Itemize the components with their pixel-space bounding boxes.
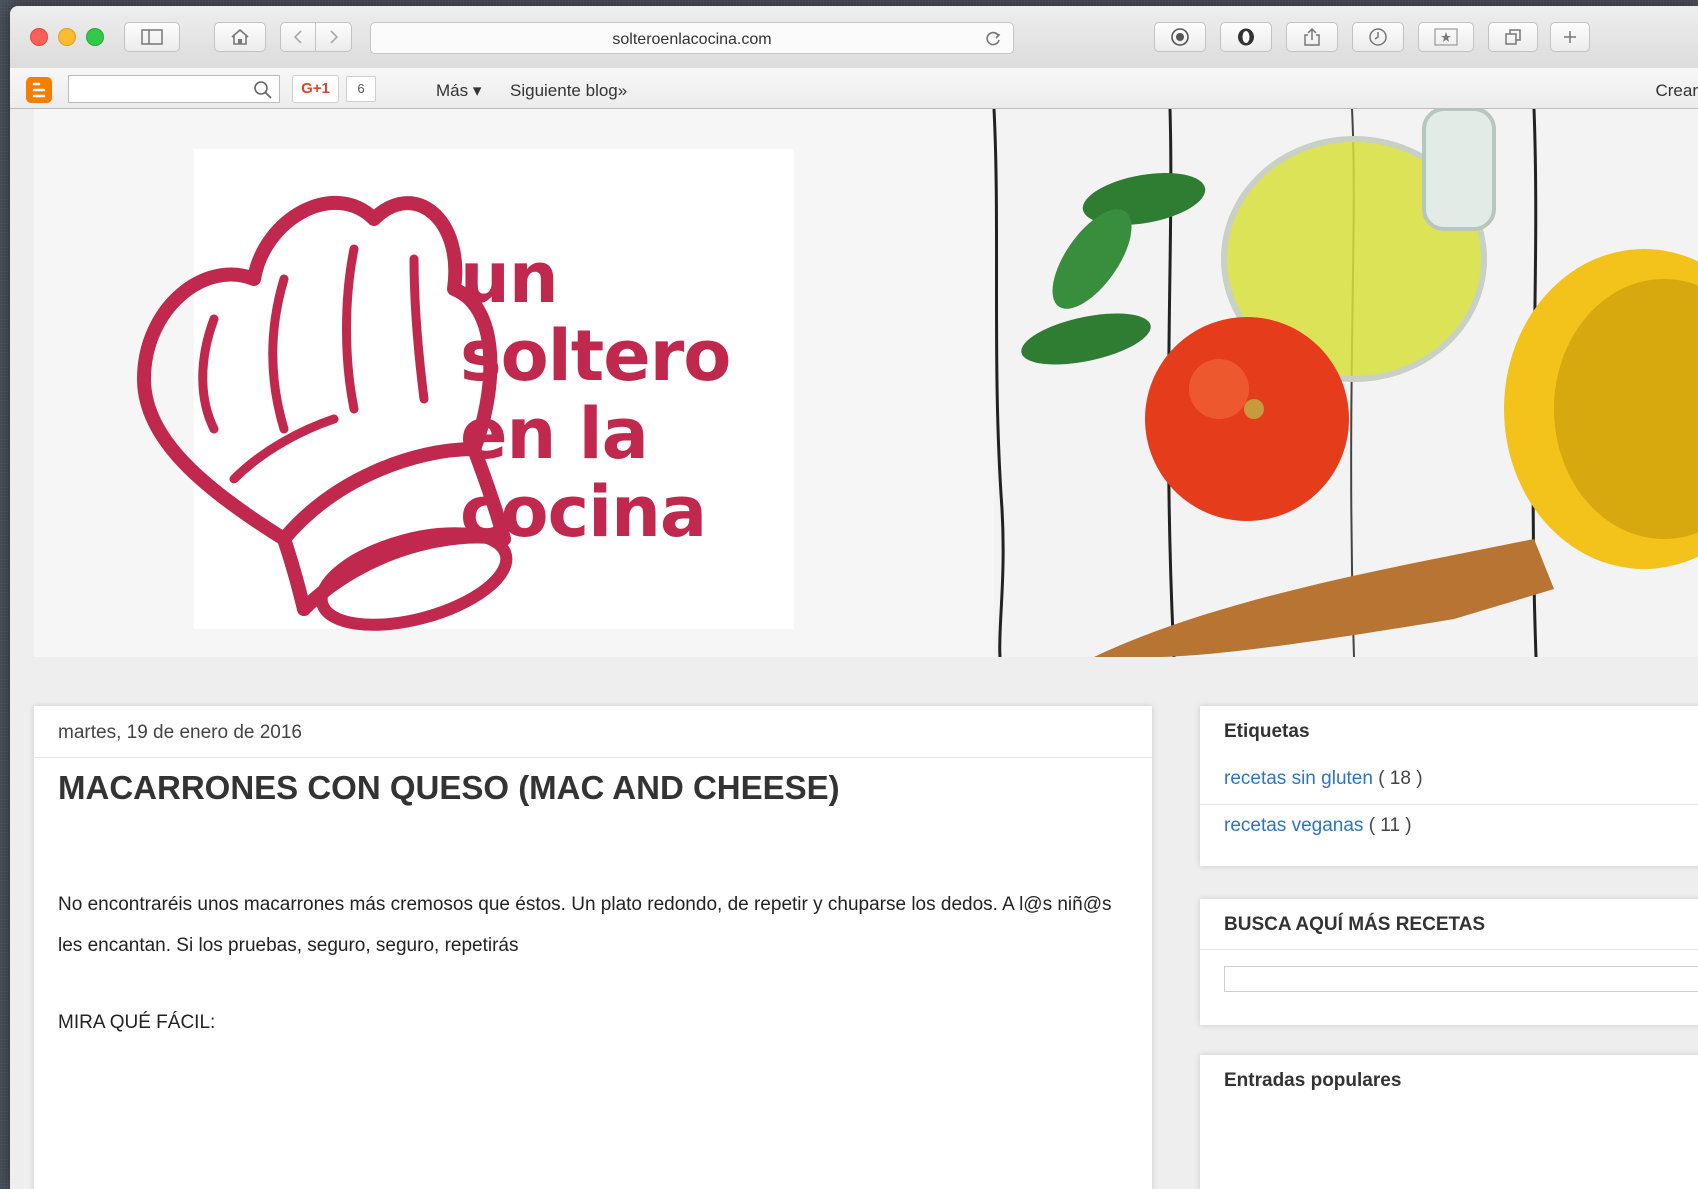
sidebar-icon bbox=[141, 29, 163, 45]
browser-toolbar: solteroenlacocina.com bbox=[10, 6, 1698, 69]
post-title[interactable]: MACARRONES CON QUESO (MAC AND CHEESE) bbox=[58, 769, 840, 807]
label-count: ( 11 ) bbox=[1368, 815, 1412, 836]
divider bbox=[34, 757, 1152, 758]
address-bar[interactable]: solteroenlacocina.com bbox=[370, 22, 1014, 54]
label-item: recetas veganas ( 11 ) bbox=[1224, 815, 1412, 837]
tabs-icon bbox=[1505, 29, 1521, 45]
google-plus-count: 6 bbox=[346, 76, 376, 102]
post-subheading: MIRA QUÉ FÁCIL: bbox=[58, 1012, 216, 1033]
divider bbox=[1200, 804, 1698, 805]
opera-icon bbox=[1238, 28, 1254, 46]
sidebar-toggle-button[interactable] bbox=[124, 22, 180, 52]
logo-line: cocina bbox=[460, 471, 707, 553]
logo-line: un bbox=[460, 237, 559, 319]
blogger-logo[interactable] bbox=[26, 77, 52, 103]
opera-button[interactable] bbox=[1220, 22, 1272, 52]
forward-button[interactable] bbox=[316, 22, 352, 52]
screenshot-button[interactable] bbox=[1154, 22, 1206, 52]
back-button[interactable] bbox=[280, 22, 316, 52]
new-tab-button[interactable] bbox=[1550, 22, 1590, 52]
blogger-icon bbox=[32, 82, 46, 98]
logo-line: en la bbox=[460, 393, 649, 475]
label-count: ( 18 ) bbox=[1378, 768, 1423, 789]
header-banner[interactable]: un soltero en la cocina bbox=[34, 109, 1698, 657]
banner-illustration bbox=[34, 109, 1698, 657]
divider bbox=[1200, 949, 1698, 950]
next-blog-link[interactable]: Siguiente blog» bbox=[510, 81, 627, 101]
reload-icon[interactable] bbox=[983, 29, 1003, 49]
chevron-left-icon bbox=[293, 30, 302, 44]
popular-posts-widget: Entradas populares bbox=[1200, 1055, 1698, 1189]
create-blog-link[interactable]: Crear bbox=[1655, 81, 1698, 101]
label-link[interactable]: recetas sin gluten bbox=[1224, 768, 1373, 789]
blog-post: martes, 19 de enero de 2016 MACARRONES C… bbox=[34, 706, 1152, 1189]
star-icon bbox=[1434, 28, 1458, 46]
bookmark-button[interactable] bbox=[1418, 22, 1474, 52]
label-item: recetas sin gluten ( 18 ) bbox=[1224, 768, 1423, 790]
search-icon[interactable] bbox=[253, 80, 273, 100]
blogger-navbar: G+1 6 Más ▾ Siguiente blog» Crear bbox=[10, 68, 1698, 109]
maximize-window-button[interactable] bbox=[86, 28, 104, 46]
blog-search-input[interactable] bbox=[68, 75, 280, 103]
browser-window: solteroenlacocina.com G+1 6 Más ▾ Siguie… bbox=[10, 6, 1698, 1189]
minimize-window-button[interactable] bbox=[58, 28, 76, 46]
chevron-right-icon bbox=[329, 30, 338, 44]
tabs-overview-button[interactable] bbox=[1488, 22, 1538, 52]
widget-title: BUSCA AQUÍ MÁS RECETAS bbox=[1224, 914, 1486, 935]
clock-icon bbox=[1369, 28, 1387, 46]
plus-icon bbox=[1564, 31, 1576, 43]
target-icon bbox=[1171, 28, 1189, 46]
share-icon bbox=[1304, 27, 1320, 46]
post-intro-text: No encontraréis unos macarrones más crem… bbox=[58, 894, 1112, 956]
label-link[interactable]: recetas veganas bbox=[1224, 815, 1363, 836]
blog-logo-text: un soltero en la cocina bbox=[460, 237, 731, 553]
recipe-search-input[interactable] bbox=[1224, 966, 1698, 992]
widget-title: Etiquetas bbox=[1224, 721, 1310, 742]
search-widget: BUSCA AQUÍ MÁS RECETAS bbox=[1200, 899, 1698, 1025]
labels-widget: Etiquetas recetas sin gluten ( 18 ) rece… bbox=[1200, 706, 1698, 866]
url-text: solteroenlacocina.com bbox=[612, 31, 772, 48]
post-date: martes, 19 de enero de 2016 bbox=[58, 722, 303, 743]
logo-line: soltero bbox=[460, 315, 731, 397]
history-button[interactable] bbox=[1352, 22, 1404, 52]
more-menu[interactable]: Más ▾ bbox=[436, 81, 481, 101]
page-content: un soltero en la cocina martes, 19 de en… bbox=[10, 109, 1698, 1189]
widget-title: Entradas populares bbox=[1224, 1070, 1402, 1091]
home-icon bbox=[231, 28, 249, 45]
close-window-button[interactable] bbox=[30, 28, 48, 46]
google-plus-button[interactable]: G+1 bbox=[292, 75, 339, 103]
share-button[interactable] bbox=[1286, 22, 1338, 52]
home-button[interactable] bbox=[214, 22, 266, 52]
